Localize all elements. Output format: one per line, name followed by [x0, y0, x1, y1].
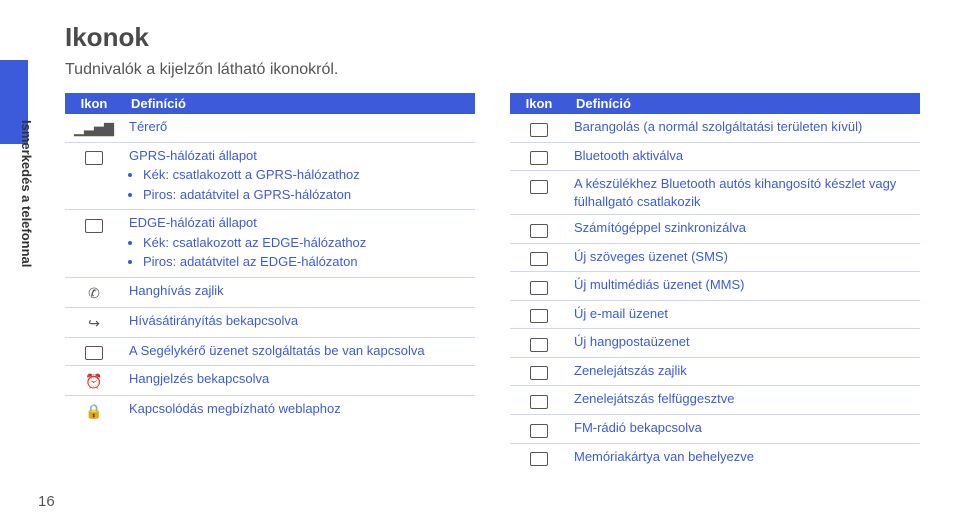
fm-radio-icon — [530, 424, 548, 438]
header-icon: Ikon — [65, 93, 123, 114]
sms-icon — [530, 252, 548, 266]
def-cell: FM-rádió bekapcsolva — [568, 415, 920, 444]
table-row: Új hangpostaüzenet — [510, 329, 920, 358]
table-row: Zenelejátszás felfüggesztve — [510, 386, 920, 415]
page-subtitle: Tudnivalók a kijelzőn látható ikonokról. — [65, 61, 920, 79]
def-cell: A Segélykérő üzenet szolgáltatás be van … — [123, 337, 475, 366]
right-column: Ikon Definíció Barangolás (a normál szol… — [510, 93, 920, 471]
table-row: Új szöveges üzenet (SMS) — [510, 243, 920, 272]
header-definition: Definíció — [123, 93, 475, 114]
table-row: GPRS-hálózati állapot Kék: csatlakozott … — [65, 142, 475, 210]
def-cell: GPRS-hálózati állapot Kék: csatlakozott … — [123, 142, 475, 210]
def-cell: Új szöveges üzenet (SMS) — [568, 243, 920, 272]
row-head: GPRS-hálózati állapot — [129, 148, 257, 163]
def-cell: Új multimédiás üzenet (MMS) — [568, 272, 920, 301]
table-row: EDGE-hálózati állapot Kék: csatlakozott … — [65, 210, 475, 278]
bluetooth-icon — [530, 151, 548, 165]
list-item: Kék: csatlakozott az EDGE-hálózathoz — [143, 234, 469, 252]
table-row: FM-rádió bekapcsolva — [510, 415, 920, 444]
alarm-icon: ⏰ — [85, 373, 102, 389]
table-row: Számítógéppel szinkronizálva — [510, 215, 920, 244]
header-definition: Definíció — [568, 93, 920, 114]
table-row: A készülékhez Bluetooth autós kihangosít… — [510, 171, 920, 215]
music-pause-icon — [530, 395, 548, 409]
def-cell: EDGE-hálózati állapot Kék: csatlakozott … — [123, 210, 475, 278]
row-head: EDGE-hálózati állapot — [129, 215, 257, 230]
bullet-list: Kék: csatlakozott a GPRS-hálózathoz Piro… — [129, 166, 469, 203]
bt-carkit-icon — [530, 180, 548, 194]
voicemail-icon — [530, 338, 548, 352]
email-icon — [530, 309, 548, 323]
table-row: Bluetooth aktiválva — [510, 142, 920, 171]
table-row: 🔒 Kapcsolódás megbízható weblaphoz — [65, 396, 475, 425]
columns: Ikon Definíció ▁▃▅▇ Térerő GPRS-hálózati… — [65, 93, 920, 471]
def-cell: Bluetooth aktiválva — [568, 142, 920, 171]
def-cell: Barangolás (a normál szolgáltatási terül… — [568, 114, 920, 142]
list-item: Piros: adatátvitel az EDGE-hálózaton — [143, 253, 469, 271]
mms-icon — [530, 281, 548, 295]
table-row: ↪ Hívásátirányítás bekapcsolva — [65, 307, 475, 337]
table-row: ✆ Hanghívás zajlik — [65, 277, 475, 307]
table-row: Barangolás (a normál szolgáltatási terül… — [510, 114, 920, 142]
def-cell: A készülékhez Bluetooth autós kihangosít… — [568, 171, 920, 215]
memory-card-icon — [530, 452, 548, 466]
table-header-row: Ikon Definíció — [65, 93, 475, 114]
table-header-row: Ikon Definíció — [510, 93, 920, 114]
def-cell: Memóriakártya van behelyezve — [568, 443, 920, 471]
def-cell: Térerő — [123, 114, 475, 142]
call-active-icon: ✆ — [88, 285, 100, 301]
table-row: Memóriakártya van behelyezve — [510, 443, 920, 471]
def-cell: Hanghívás zajlik — [123, 277, 475, 307]
left-column: Ikon Definíció ▁▃▅▇ Térerő GPRS-hálózati… — [65, 93, 475, 471]
gprs-icon — [85, 151, 103, 165]
list-item: Piros: adatátvitel a GPRS-hálózaton — [143, 186, 469, 204]
table-row: ▁▃▅▇ Térerő — [65, 114, 475, 142]
sos-icon — [85, 346, 103, 360]
table-row: Új e-mail üzenet — [510, 300, 920, 329]
page: Ismerkedés a telefonnal Ikonok Tudnivaló… — [0, 0, 960, 524]
content: Ikonok Tudnivalók a kijelzőn látható iko… — [65, 22, 920, 471]
side-label: Ismerkedés a telefonnal — [19, 120, 34, 267]
table-row: A Segélykérő üzenet szolgáltatás be van … — [65, 337, 475, 366]
table-row: Zenelejátszás zajlik — [510, 357, 920, 386]
page-title: Ikonok — [65, 22, 920, 53]
edge-icon — [85, 219, 103, 233]
def-cell: Zenelejátszás zajlik — [568, 357, 920, 386]
call-forward-icon: ↪ — [88, 315, 100, 331]
def-cell: Számítógéppel szinkronizálva — [568, 215, 920, 244]
table-row: ⏰ Hangjelzés bekapcsolva — [65, 366, 475, 396]
def-cell: Hívásátirányítás bekapcsolva — [123, 307, 475, 337]
bullet-list: Kék: csatlakozott az EDGE-hálózathoz Pir… — [129, 234, 469, 271]
music-play-icon — [530, 366, 548, 380]
header-icon: Ikon — [510, 93, 568, 114]
right-table: Ikon Definíció Barangolás (a normál szol… — [510, 93, 920, 471]
def-cell: Új e-mail üzenet — [568, 300, 920, 329]
sync-pc-icon — [530, 224, 548, 238]
def-cell: Hangjelzés bekapcsolva — [123, 366, 475, 396]
table-row: Új multimédiás üzenet (MMS) — [510, 272, 920, 301]
page-number: 16 — [38, 493, 55, 510]
roaming-icon — [530, 123, 548, 137]
def-cell: Zenelejátszás felfüggesztve — [568, 386, 920, 415]
secure-web-icon: 🔒 — [85, 403, 102, 419]
def-cell: Kapcsolódás megbízható weblaphoz — [123, 396, 475, 425]
list-item: Kék: csatlakozott a GPRS-hálózathoz — [143, 166, 469, 184]
left-table: Ikon Definíció ▁▃▅▇ Térerő GPRS-hálózati… — [65, 93, 475, 425]
signal-strength-icon: ▁▃▅▇ — [74, 121, 114, 136]
def-cell: Új hangpostaüzenet — [568, 329, 920, 358]
